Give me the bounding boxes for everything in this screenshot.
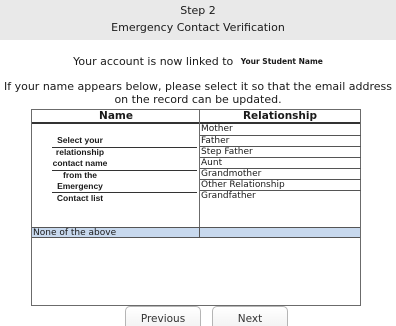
relationship-option-mother[interactable]: Mother xyxy=(200,124,361,135)
label-line: Select your xyxy=(57,135,103,145)
label-line: from the xyxy=(63,169,97,180)
label-line: contact name xyxy=(52,158,108,168)
instructions: If your name appears below, please selec… xyxy=(0,80,396,106)
student-name: Your Student Name xyxy=(240,57,323,66)
relationship-option-father[interactable]: Father xyxy=(200,135,361,146)
name-row-divider xyxy=(52,192,197,193)
relationship-option-step-father[interactable]: Step Father xyxy=(200,146,361,157)
page-header: Step 2 Emergency Contact Verification xyxy=(0,0,396,40)
none-of-the-above-row[interactable]: None of the above xyxy=(32,227,360,238)
emergency-contact-table: Name Relationship Select your relationsh… xyxy=(31,109,361,306)
instructions-line-2: on the record can be updated. xyxy=(114,93,282,106)
name-column-header: Name xyxy=(32,110,200,124)
relationship-option-grandmother[interactable]: Grandmother xyxy=(200,168,361,179)
step-title: Step 2 xyxy=(180,4,216,17)
none-of-the-above-label: None of the above xyxy=(33,228,117,238)
linked-account-line: Your account is now linked to Your Stude… xyxy=(0,55,396,69)
relationship-option-other-relationship[interactable]: Other Relationship xyxy=(200,179,361,190)
label-line: Emergency xyxy=(57,181,103,191)
label-line: Contact list xyxy=(56,192,104,203)
relationship-column-header: Relationship xyxy=(200,110,360,124)
name-row-divider xyxy=(52,147,197,148)
name-cell: Select your relationship contact name fr… xyxy=(32,125,199,228)
linked-text: Your account is now linked to xyxy=(73,55,234,68)
relationship-option-grandfather[interactable]: Grandfather xyxy=(200,190,361,201)
previous-button[interactable]: Previous xyxy=(125,306,201,326)
relationship-option-aunt[interactable]: Aunt xyxy=(200,157,361,168)
label-line: relationship xyxy=(55,146,105,157)
page-subtitle: Emergency Contact Verification xyxy=(111,21,285,34)
name-row-divider xyxy=(52,170,197,171)
column-divider xyxy=(199,228,200,238)
instructions-line-1: If your name appears below, please selec… xyxy=(3,80,392,93)
next-button[interactable]: Next xyxy=(212,306,288,326)
